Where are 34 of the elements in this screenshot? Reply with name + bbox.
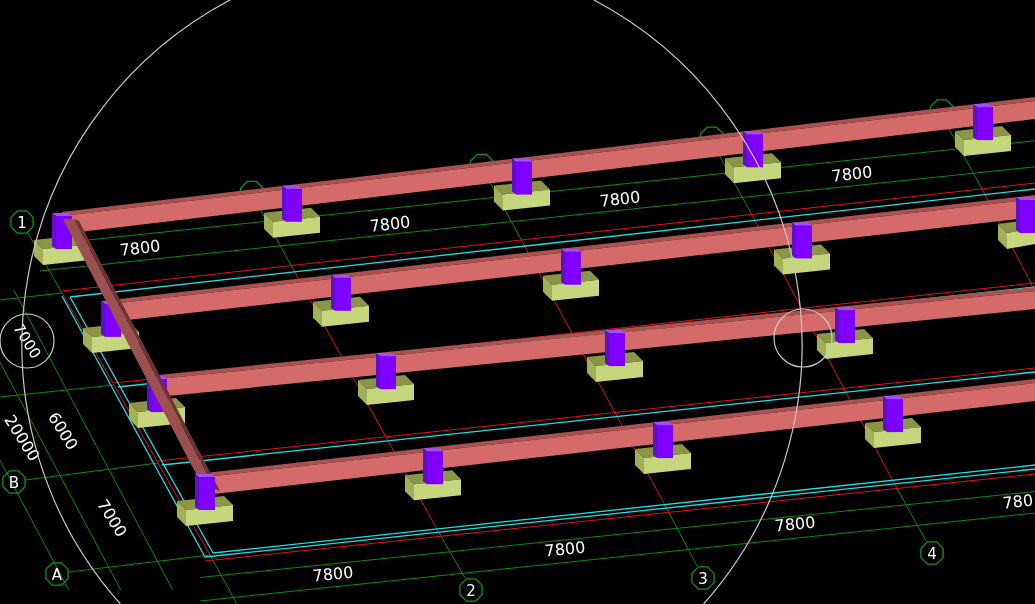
column [743,131,763,168]
dimension-label: 7800 [773,512,817,536]
dimension-label: 7800 [830,162,874,186]
axis-bubble: 1 [10,210,34,234]
dimension-label: 7800 [311,562,355,586]
dimension-label: 7800 [598,187,642,211]
column [835,307,855,344]
ring-icon[interactable] [773,308,833,368]
axis-bubble: 2 [459,578,483,602]
column [883,396,903,433]
axis-bubble [699,126,725,139]
column [423,448,443,485]
axis-bubble [469,153,495,167]
dimension-label: 7800 [368,212,412,236]
column [331,274,351,311]
dimension-label: 780 [1001,490,1034,513]
dimension-label: 7800 [118,236,162,260]
column [376,353,396,390]
column [792,222,812,259]
column [653,422,673,459]
axis-bubble: 4 [920,541,944,565]
axis-bubble: B [2,470,26,494]
column [973,104,993,141]
column [605,330,625,367]
dimension-label: 7800 [543,537,587,561]
column [512,158,532,195]
axis-bubble [239,180,265,194]
column [282,185,302,222]
ring-icon[interactable] [0,313,55,369]
column [1016,197,1035,233]
column [561,248,581,285]
axis-bubble: 3 [691,566,715,590]
axis-bubble: A [45,562,69,586]
column [195,474,215,510]
